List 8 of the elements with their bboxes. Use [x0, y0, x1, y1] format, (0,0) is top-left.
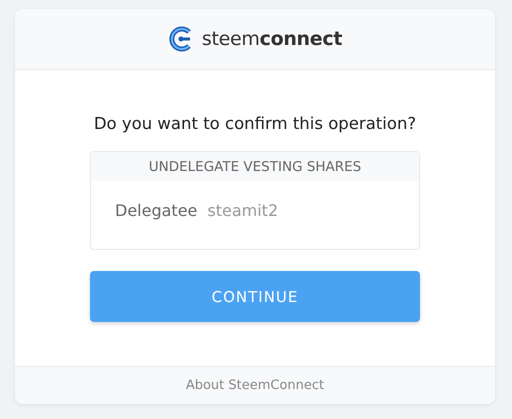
field-label: Delegatee	[115, 201, 198, 220]
continue-button[interactable]: CONTINUE	[90, 271, 420, 322]
field-value: steamit2	[207, 201, 278, 220]
confirm-question: Do you want to confirm this operation?	[94, 114, 416, 133]
operation-title: UNDELEGATE VESTING SHARES	[91, 152, 419, 181]
logo-icon	[168, 26, 194, 52]
about-link[interactable]: About SteemConnect	[186, 378, 324, 393]
logo-text: steemconnect	[202, 28, 342, 50]
